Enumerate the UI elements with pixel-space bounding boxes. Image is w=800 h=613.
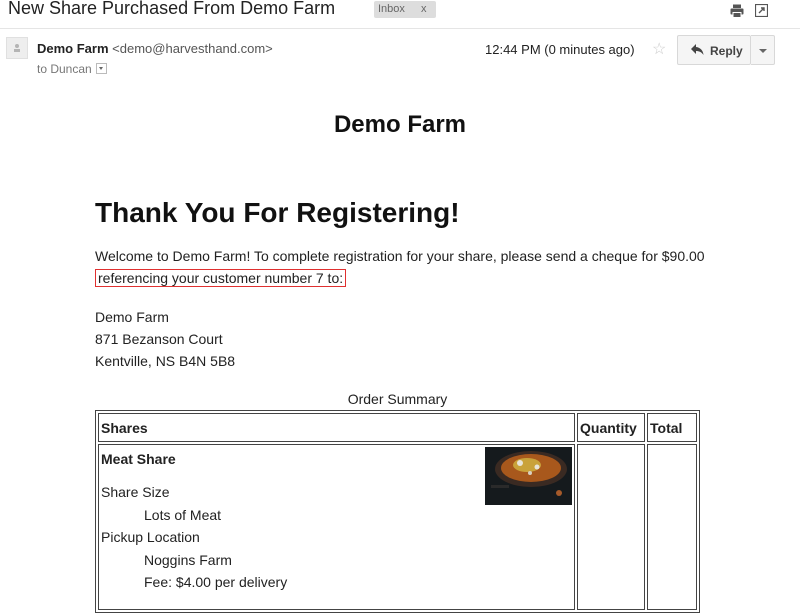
reply-arrow-icon — [691, 44, 704, 55]
address-line: Demo Farm — [95, 309, 169, 325]
delivery-fee: Fee: $4.00 per delivery — [144, 574, 288, 590]
email-timestamp: 12:44 PM (0 minutes ago) — [485, 42, 635, 57]
highlighted-text: referencing your customer number 7 to: — [95, 269, 347, 287]
recipient-line: to Duncan — [37, 62, 107, 76]
mailing-address: Demo Farm 871 Bezanson Court Kentville, … — [95, 306, 235, 372]
share-image — [485, 447, 572, 505]
table-header-row: Shares Quantity Total — [98, 413, 697, 442]
reply-button[interactable]: Reply — [677, 35, 751, 65]
order-summary-table: Shares Quantity Total Meat Share Share S… — [95, 410, 700, 613]
sender-email: <demo@harvesthand.com> — [112, 41, 273, 56]
share-size-value: Lots of Meat — [144, 506, 222, 523]
header-divider — [0, 28, 800, 29]
share-cell: Meat Share Share Size Lots of Meat Picku… — [98, 444, 575, 610]
farm-title: Demo Farm — [333, 111, 467, 138]
inbox-label-text: Inbox — [378, 3, 405, 15]
inbox-label-chip[interactable]: Inbox x — [374, 1, 436, 18]
welcome-paragraph: Welcome to Demo Farm! To complete regist… — [95, 245, 715, 289]
column-header-shares: Shares — [98, 413, 575, 442]
recipient-details-dropdown[interactable] — [95, 63, 107, 74]
quantity-cell — [577, 444, 645, 610]
address-line: 871 Bezanson Court — [95, 331, 223, 347]
table-row: Meat Share Share Size Lots of Meat Picku… — [98, 444, 697, 610]
reply-label: Reply — [710, 44, 743, 58]
email-header: New Share Purchased From Demo Farm Inbox… — [0, 0, 800, 26]
avatar — [6, 37, 28, 59]
print-icon[interactable] — [730, 4, 744, 18]
recipient-text: to Duncan — [37, 62, 92, 76]
sender-line: Demo Farm <demo@harvesthand.com> — [37, 41, 273, 56]
star-icon[interactable]: ☆ — [652, 39, 666, 59]
chevron-down-icon[interactable] — [751, 35, 775, 65]
page-heading: Thank You For Registering! — [95, 197, 460, 228]
welcome-text: Welcome to Demo Farm! To complete regist… — [95, 248, 705, 264]
address-line: Kentville, NS B4N 5B8 — [95, 353, 236, 369]
new-window-icon[interactable] — [755, 4, 768, 17]
sender-name[interactable]: Demo Farm — [37, 41, 109, 56]
total-cell — [647, 444, 697, 610]
remove-label-button[interactable]: x — [421, 1, 427, 18]
column-header-quantity: Quantity — [577, 413, 645, 442]
avatar-icon — [14, 44, 20, 52]
pickup-location-label: Pickup Location — [101, 529, 200, 545]
email-subject: New Share Purchased From Demo Farm — [8, 0, 336, 18]
column-header-total: Total — [647, 413, 697, 442]
pickup-location-value: Noggins Farm — [144, 551, 232, 568]
order-summary-caption: Order Summary — [347, 391, 448, 407]
